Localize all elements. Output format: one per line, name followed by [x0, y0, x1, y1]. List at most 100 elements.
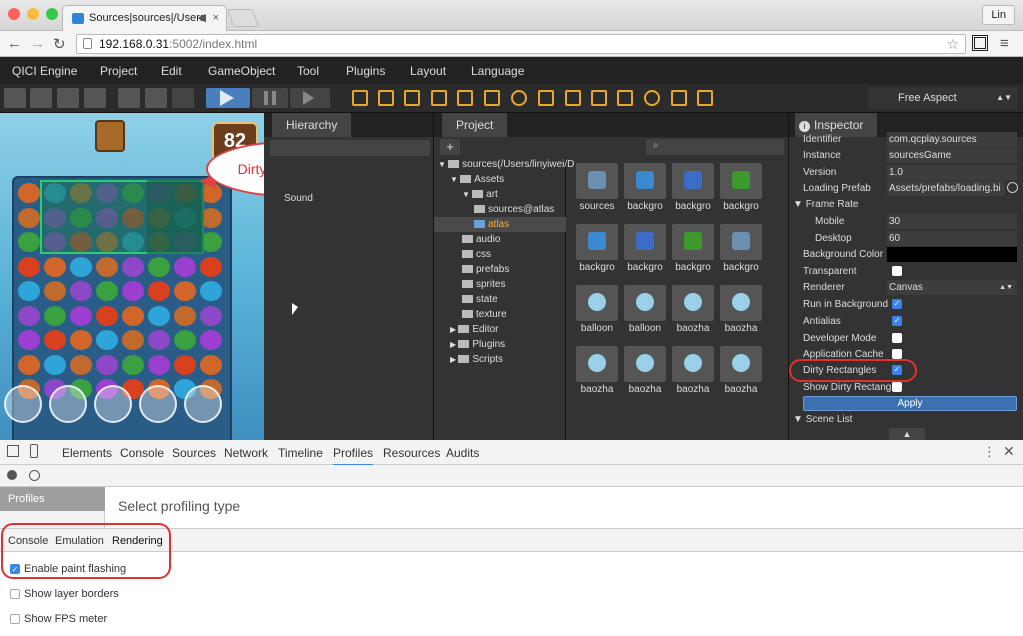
tree-item[interactable]: prefabs [462, 262, 509, 277]
desktop-fps-field[interactable]: 60 [887, 231, 1017, 246]
scroll-up-button[interactable]: ▲ [889, 428, 925, 440]
tree-arrow-icon[interactable]: ▶ [450, 340, 458, 349]
asset-tile[interactable]: backgro [622, 163, 668, 219]
board-tile[interactable] [70, 305, 92, 326]
board-tile[interactable] [96, 281, 118, 301]
menu-gameobject[interactable]: GameObject [208, 64, 275, 78]
tree-item[interactable]: ▼ art [462, 187, 498, 202]
board-tile[interactable] [200, 256, 222, 277]
browser-menu-icon[interactable]: ≡ [1000, 35, 1009, 52]
rendering-option[interactable]: ✓ Enable paint flashing [10, 563, 126, 575]
tree-arrow-icon[interactable]: ▶ [450, 355, 458, 364]
add-button-icon[interactable] [511, 90, 527, 106]
board-tile[interactable] [96, 330, 118, 350]
version-field[interactable]: 1.0 [887, 165, 1017, 180]
menu-layout[interactable]: Layout [410, 64, 446, 78]
add-list-icon[interactable] [591, 90, 607, 106]
board-tile[interactable] [18, 281, 40, 301]
tree-item[interactable]: texture [462, 307, 507, 322]
board-tile[interactable] [18, 232, 40, 252]
page-info-icon[interactable] [83, 38, 92, 49]
play-button[interactable] [206, 88, 250, 108]
device-mode-icon[interactable] [30, 444, 38, 458]
minimize-window-button[interactable] [27, 8, 39, 20]
asset-tile[interactable]: sources [574, 163, 620, 219]
board-tile[interactable] [148, 256, 170, 277]
renderer-select[interactable]: Canvas ▲▼ [887, 280, 1017, 295]
rect-tool-button[interactable] [84, 88, 106, 108]
board-tile[interactable] [122, 354, 144, 375]
add-progress-icon[interactable] [538, 90, 554, 106]
mobile-fps-field[interactable]: 30 [887, 214, 1017, 229]
back-icon[interactable]: ← [7, 35, 22, 52]
add-dom-icon[interactable] [644, 90, 660, 106]
devtools-tab-network[interactable]: Network [224, 446, 268, 460]
frame-rate-section[interactable]: ▼ Frame Rate [793, 197, 858, 212]
board-tile[interactable] [96, 305, 118, 326]
pause-button[interactable] [252, 88, 288, 108]
tree-item[interactable]: ▶ Plugins [450, 337, 505, 352]
devtools-tab-elements[interactable]: Elements [62, 446, 112, 460]
scale-tool-button[interactable] [57, 88, 79, 108]
asset-tile[interactable]: baozha [622, 346, 668, 402]
record-icon[interactable] [7, 470, 17, 480]
move-tool-button[interactable] [30, 88, 52, 108]
board-tile[interactable] [148, 281, 170, 301]
show-dirty-rectangles-checkbox[interactable] [892, 382, 902, 392]
instance-field[interactable]: sourcesGame [887, 148, 1017, 163]
add-slider-icon[interactable] [617, 90, 633, 106]
asset-tile[interactable]: balloon [574, 285, 620, 341]
tree-item[interactable]: state [462, 292, 498, 307]
add-sprite-icon[interactable] [565, 90, 581, 106]
powerup-ring-bubble[interactable] [94, 385, 132, 423]
tree-item[interactable]: sprites [462, 277, 505, 292]
tree-item[interactable]: ▶ Scripts [450, 352, 503, 367]
step-button[interactable] [290, 88, 330, 108]
devtools-tab-profiles[interactable]: Profiles [333, 446, 374, 466]
maximize-window-button[interactable] [46, 8, 58, 20]
powerup-cat-bubble[interactable] [139, 385, 177, 423]
devtools-tab-resources[interactable]: Resources [383, 446, 440, 460]
project-search-input[interactable]: ⌕ [646, 139, 784, 155]
qr-code-icon[interactable] [972, 35, 988, 51]
devtools-tab-console[interactable]: Console [120, 446, 164, 460]
profiles-sidebar-item[interactable]: Profiles [0, 487, 105, 511]
board-tile[interactable] [18, 183, 40, 203]
user-profile-button[interactable]: Lin [982, 5, 1015, 25]
add-empty-icon[interactable] [378, 90, 394, 106]
new-tab-button[interactable] [226, 9, 260, 27]
asset-tile[interactable]: baozha [574, 346, 620, 402]
asset-tile[interactable]: backgro [718, 163, 764, 219]
grid-tool-button[interactable] [145, 88, 167, 108]
loading-prefab-field[interactable]: Assets/prefabs/loading.bi [887, 181, 1005, 196]
tree-arrow-icon[interactable]: ▼ [438, 160, 448, 169]
board-tile[interactable] [18, 305, 40, 326]
board-tile[interactable] [148, 305, 170, 326]
hand-tool-button[interactable] [4, 88, 26, 108]
option-checkbox[interactable] [10, 589, 20, 600]
board-tile[interactable] [200, 354, 222, 375]
board-tile[interactable] [18, 207, 40, 228]
tab-close-icon[interactable]: × [213, 6, 219, 30]
tree-item[interactable]: ▼ sources(/Users/linyiwei/D [438, 157, 574, 172]
developer-mode-checkbox[interactable] [892, 333, 902, 343]
board-tile[interactable] [122, 330, 144, 350]
hierarchy-item-sound[interactable]: Sound [284, 193, 313, 204]
apply-button[interactable]: Apply [803, 396, 1017, 411]
application-cache-checkbox[interactable] [892, 349, 902, 359]
board-tile[interactable] [96, 354, 118, 375]
board-tile[interactable] [44, 354, 66, 375]
add-asset-button[interactable]: + [440, 139, 460, 155]
board-tile[interactable] [174, 354, 196, 375]
board-tile[interactable] [122, 305, 144, 326]
board-tile[interactable] [44, 281, 66, 301]
asset-tile[interactable]: baozha [670, 285, 716, 341]
tree-arrow-icon[interactable]: ▼ [450, 175, 460, 184]
menu-project[interactable]: Project [100, 64, 137, 78]
board-tile[interactable] [70, 281, 92, 301]
forward-icon[interactable]: → [30, 35, 45, 52]
board-tile[interactable] [174, 281, 196, 301]
antialias-checkbox[interactable]: ✓ [892, 316, 902, 326]
board-tile[interactable] [148, 354, 170, 375]
powerup-wand-bubble[interactable] [184, 385, 222, 423]
